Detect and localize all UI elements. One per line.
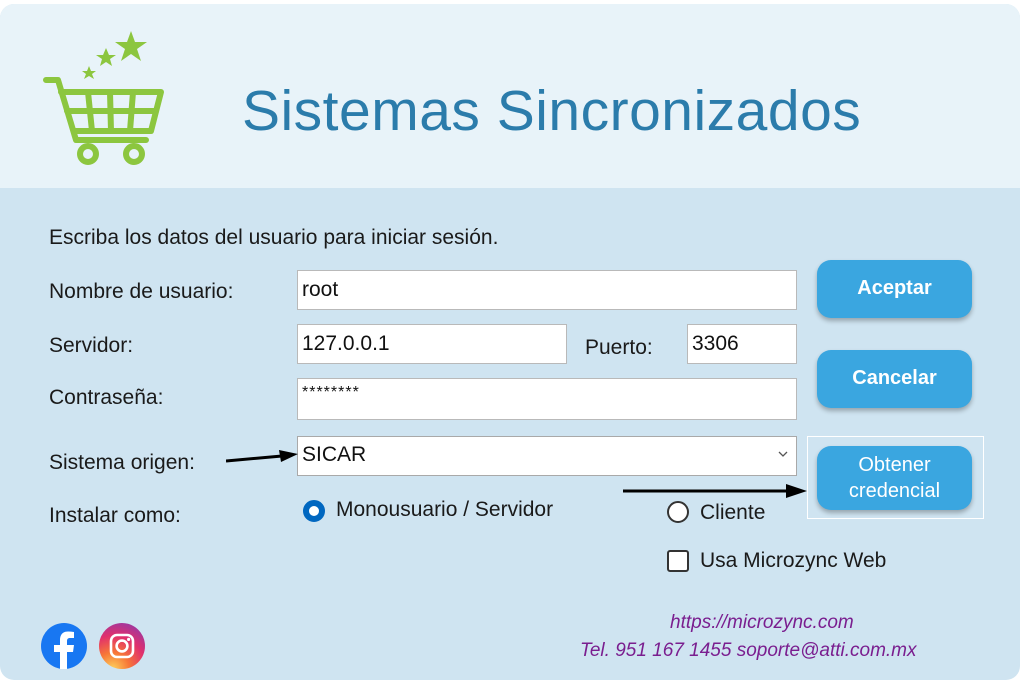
get-credential-button[interactable]: Obtener credencial: [817, 446, 972, 510]
server-input[interactable]: 127.0.0.1: [297, 324, 567, 364]
system-origin-select[interactable]: SICAR: [297, 436, 797, 476]
system-origin-value: SICAR: [302, 443, 367, 466]
website-link[interactable]: https://microzync.com: [670, 612, 854, 634]
microzync-web-checkbox-label[interactable]: Usa Microzync Web: [700, 549, 886, 573]
radio-monousuario[interactable]: [303, 500, 325, 522]
contact-info: Tel. 951 167 1455 soporte@atti.com.mx: [580, 640, 917, 661]
system-origin-label: Sistema origen:: [49, 451, 195, 474]
microzync-web-checkbox[interactable]: [667, 550, 689, 572]
chevron-down-icon: [778, 451, 788, 457]
brand-title: Sistemas Sincronizados: [242, 79, 862, 143]
accept-button[interactable]: Aceptar: [817, 260, 972, 318]
get-credential-label-line1: Obtener: [858, 454, 931, 476]
password-label: Contraseña:: [49, 386, 164, 409]
instagram-icon[interactable]: [98, 622, 146, 670]
shopping-cart-logo-icon: [43, 31, 164, 165]
radio-cliente-label[interactable]: Cliente: [700, 501, 765, 525]
port-label: Puerto:: [585, 336, 653, 359]
server-label: Servidor:: [49, 334, 134, 357]
arrow-to-system-select-icon: [226, 450, 298, 463]
username-label: Nombre de usuario:: [49, 280, 234, 303]
username-input[interactable]: root: [297, 270, 797, 310]
radio-cliente[interactable]: [667, 501, 689, 523]
radio-monousuario-label[interactable]: Monousuario / Servidor: [336, 498, 553, 522]
install-as-label: Instalar como:: [49, 504, 181, 527]
cancel-button[interactable]: Cancelar: [817, 350, 972, 408]
get-credential-label-line2: credencial: [848, 480, 941, 502]
port-input[interactable]: 3306: [687, 324, 797, 364]
arrow-to-credential-button-icon: [623, 484, 807, 498]
password-input[interactable]: ********: [297, 378, 797, 420]
instructions-text: Escriba los datos del usuario para inici…: [49, 226, 499, 249]
facebook-icon[interactable]: [40, 622, 88, 670]
header-banner: Sistemas Sincronizados: [0, 4, 1020, 188]
login-dialog: Sistemas Sincronizados Escriba los datos…: [0, 4, 1020, 680]
